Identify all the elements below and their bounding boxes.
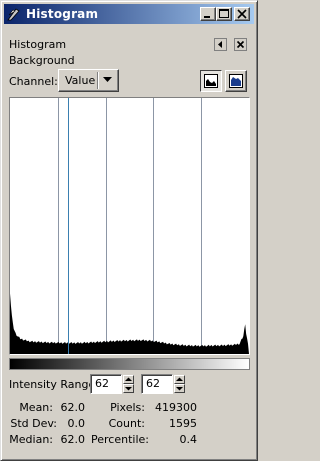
select-divider (97, 72, 99, 89)
panel-header: Histogram (9, 38, 67, 51)
range-low-input[interactable]: 62 (90, 374, 122, 394)
arrow-down-icon (125, 387, 132, 391)
histogram-plot[interactable] (9, 97, 250, 355)
range-high-up-button[interactable] (174, 375, 185, 384)
minimize-button[interactable] (200, 7, 216, 21)
stddev-value: 0.0 (67, 417, 86, 430)
tool-feather-icon (7, 8, 20, 21)
range-high-value: 62 (146, 377, 160, 390)
intensity-range-label: Intensity Range: (9, 378, 99, 391)
mean-value: 62.0 (60, 401, 86, 414)
arrow-down-icon (176, 387, 183, 391)
arrow-up-icon (125, 377, 132, 381)
mean-label: Mean: (19, 401, 53, 414)
arrow-up-icon (176, 377, 183, 381)
panel-close-icon[interactable] (234, 38, 247, 51)
minimize-icon (204, 16, 210, 18)
median-label: Median: (9, 433, 53, 446)
channel-value: Value (65, 74, 96, 87)
histogram-graph[interactable] (10, 98, 249, 354)
histogram-window: Histogram Histogram Background Channel: … (0, 0, 258, 461)
count-value: 1595 (169, 417, 197, 430)
maximize-icon (219, 9, 229, 18)
menu-arrow-icon[interactable] (214, 38, 227, 51)
title-bar[interactable]: Histogram (4, 4, 254, 24)
window-title: Histogram (26, 7, 99, 21)
range-low-down-button[interactable] (123, 384, 134, 393)
percentile-value: 0.4 (179, 433, 198, 446)
layer-name: Background (9, 54, 75, 67)
pixels-label: Pixels: (110, 401, 145, 414)
intensity-gradient-bar (9, 358, 250, 370)
close-icon (237, 9, 247, 19)
percentile-label: Percentile: (91, 433, 149, 446)
channel-label: Channel: (9, 75, 58, 88)
count-label: Count: (108, 417, 145, 430)
range-high-down-button[interactable] (174, 384, 185, 393)
logarithmic-view-button[interactable] (225, 70, 247, 92)
range-low-spinner[interactable] (123, 375, 134, 393)
maximize-button[interactable] (216, 7, 232, 21)
close-button[interactable] (234, 7, 250, 21)
chevron-down-icon (103, 77, 112, 82)
range-high-input[interactable]: 62 (141, 374, 173, 394)
median-value: 62.0 (60, 433, 86, 446)
logarithmic-histogram-icon (229, 74, 243, 88)
channel-select[interactable]: Value (58, 69, 119, 92)
range-high-spinner[interactable] (174, 375, 185, 393)
range-low-up-button[interactable] (123, 375, 134, 384)
pixels-value: 419300 (155, 401, 197, 414)
stddev-label: Std Dev: (10, 417, 57, 430)
histogram-area (10, 293, 249, 354)
linear-view-button[interactable] (200, 70, 222, 92)
linear-histogram-icon (204, 74, 218, 88)
range-low-value: 62 (95, 377, 109, 390)
